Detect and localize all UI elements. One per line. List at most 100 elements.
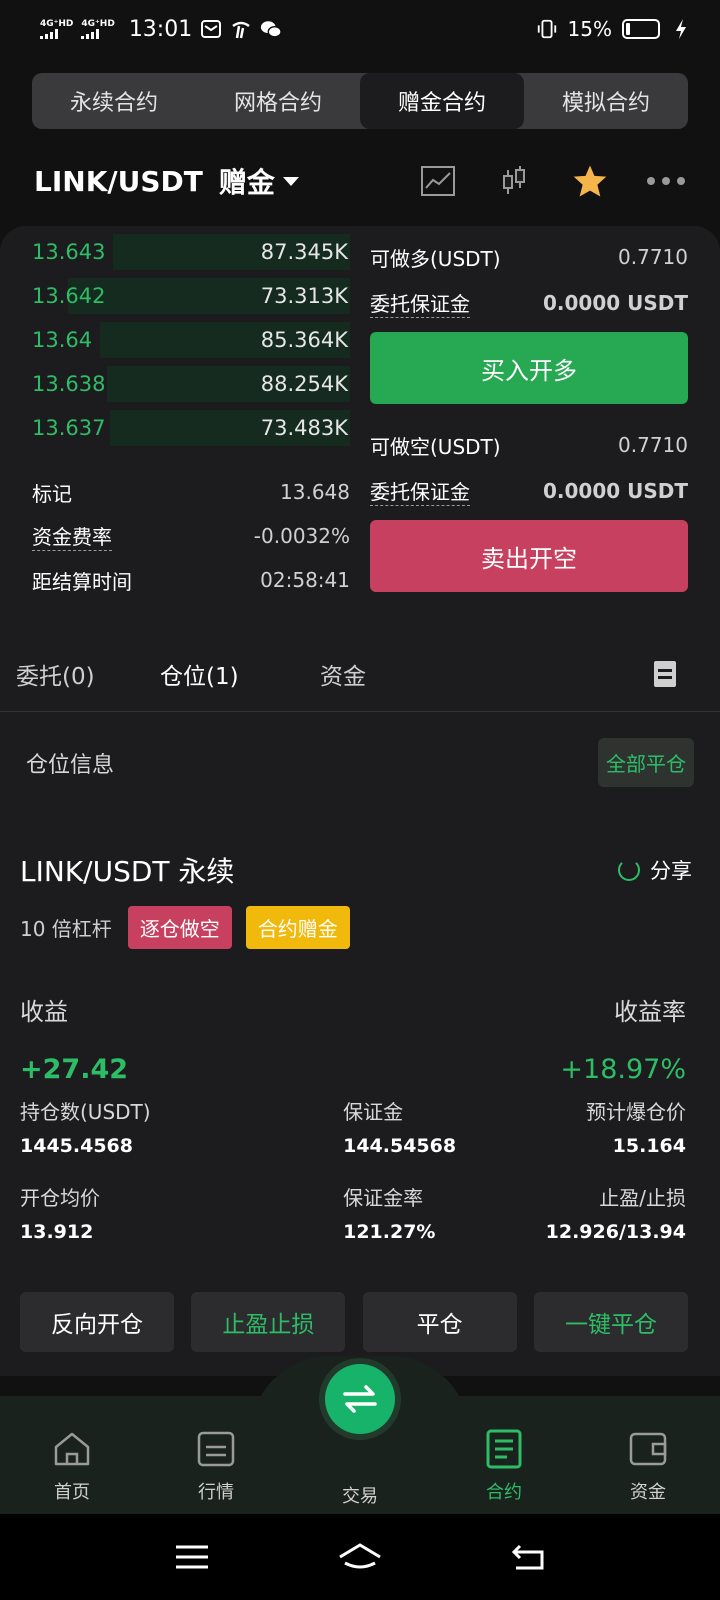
position-tabs: 委托(0) 仓位(1) 资金 <box>0 636 720 712</box>
orderbook-row[interactable]: 13.638 88.254K <box>30 362 350 406</box>
charging-icon <box>670 18 692 40</box>
nav-home-label: 首页 <box>54 1482 90 1503</box>
margin-value: 144.54568 <box>343 1135 457 1157</box>
message-icon <box>200 18 222 40</box>
orderbook-qty: 73.313K <box>260 284 348 308</box>
signal-bars-icon-2 <box>81 29 114 39</box>
nav-trade-label[interactable]: 交易 <box>310 1482 410 1508</box>
orderbook-row[interactable]: 13.64 85.364K <box>30 318 350 362</box>
tab-grid[interactable]: 网格合约 <box>196 73 360 129</box>
short-margin-label[interactable]: 委托保证金 <box>370 476 470 506</box>
liquidation-price-value: 15.164 <box>612 1135 686 1157</box>
funding-rate-label[interactable]: 资金费率 <box>32 521 112 551</box>
position-actions: 反向开仓 止盈止损 平仓 一键平仓 <box>20 1292 688 1352</box>
funding-rate-row[interactable]: 资金费率 -0.0032% <box>32 514 350 558</box>
back-icon[interactable] <box>510 1542 546 1572</box>
settlement-time-row: 距结算时间 02:58:41 <box>32 558 350 602</box>
more-icon[interactable] <box>646 161 686 201</box>
orderbook-row[interactable]: 13.643 87.345K <box>30 230 350 274</box>
main-panel: 13.643 87.345K 13.642 73.313K 13.64 85.364K 13… <box>0 226 720 1376</box>
swap-icon <box>343 1385 377 1413</box>
pnl-rate-label: 收益率 <box>614 998 686 1026</box>
system-nav <box>0 1514 720 1600</box>
network-label-2: 4G⁺HD <box>81 19 115 29</box>
one-click-close-button[interactable]: 一键平仓 <box>533 1292 688 1352</box>
bonus-badge: 合约赠金 <box>245 906 350 949</box>
clock: 13:01 <box>128 16 193 42</box>
position-stats-row-2: 开仓均价 13.912 保证金率 121.27% 止盈/止损 12.926/13… <box>20 1182 686 1243</box>
orderbook-qty: 87.345K <box>260 240 348 264</box>
long-margin-row: 委托保证金 0.0000 USDT <box>370 280 688 326</box>
tp-sl: 止盈/止损 12.926/13.94 <box>466 1182 686 1243</box>
entry-price-label: 开仓均价 <box>20 1186 100 1210</box>
liquidation-price: 预计爆仓价 15.164 <box>466 1096 686 1157</box>
buy-long-button[interactable]: 买入开多 <box>370 332 688 404</box>
nav-market-label: 行情 <box>198 1482 234 1503</box>
margin-rate-value: 121.27% <box>343 1221 436 1243</box>
reverse-open-button[interactable]: 反向开仓 <box>20 1292 174 1352</box>
candlestick-icon[interactable] <box>494 161 534 201</box>
pnl-label: 收益 <box>20 998 68 1026</box>
pair-mode[interactable]: 赠金 <box>219 161 275 201</box>
sell-short-button[interactable]: 卖出开空 <box>370 520 688 592</box>
line-chart-icon[interactable] <box>418 161 458 201</box>
margin-label: 保证金 <box>343 1100 404 1124</box>
liquidation-price-label: 预计爆仓价 <box>585 1100 686 1124</box>
orderbook-row[interactable]: 13.637 73.483K <box>30 406 350 450</box>
nav-contract[interactable]: 合约 <box>454 1428 554 1504</box>
long-margin-value: 0.0000 USDT <box>542 291 688 315</box>
tab-perpetual[interactable]: 永续合约 <box>32 73 196 129</box>
tab-positions[interactable]: 仓位(1) <box>160 657 239 691</box>
position-size: 持仓数(USDT) 1445.4568 <box>20 1096 240 1157</box>
settlement-time-label: 距结算时间 <box>32 569 132 594</box>
isolated-short-badge: 逐仓做空 <box>127 906 232 949</box>
orderbook-price: 13.637 <box>32 416 106 440</box>
network-indicator-1: 4G⁺HD <box>40 19 73 39</box>
margin-rate-label: 保证金率 <box>343 1186 424 1210</box>
mark-price-value: 13.648 <box>280 480 350 504</box>
position-size-label: 持仓数(USDT) <box>20 1100 151 1124</box>
close-all-button[interactable]: 全部平仓 <box>598 738 694 787</box>
favorite-star-icon[interactable] <box>570 161 610 201</box>
tab-funds[interactable]: 资金 <box>320 657 366 691</box>
pnl-rate-value: +18.97% <box>560 1054 686 1085</box>
pair-name[interactable]: LINK/USDT <box>34 165 203 198</box>
pnl-value: +27.42 <box>20 1054 129 1085</box>
orderbook-price: 13.64 <box>32 328 93 352</box>
wallet-icon <box>629 1432 667 1466</box>
leverage-label: 10 倍杠杆 <box>20 917 112 941</box>
home-system-icon[interactable] <box>337 1541 383 1573</box>
orderbook-price: 13.638 <box>32 372 106 396</box>
status-bar: 4G⁺HD 4G⁺HD 13:01 15% <box>0 0 720 58</box>
tab-bonus[interactable]: 赠金合约 <box>360 73 524 129</box>
tab-orders[interactable]: 委托(0) <box>16 657 95 691</box>
nav-home[interactable]: 首页 <box>22 1428 122 1504</box>
position-header: 仓位信息 全部平仓 <box>26 738 694 787</box>
document-icon[interactable] <box>654 660 676 687</box>
orderbook-row[interactable]: 13.642 73.313K <box>30 274 350 318</box>
long-margin-label[interactable]: 委托保证金 <box>370 288 470 318</box>
order-book: 13.643 87.345K 13.642 73.313K 13.64 85.364K 13… <box>30 230 350 450</box>
orderbook-qty: 73.483K <box>260 416 348 440</box>
short-available-label: 可做空(USDT) <box>370 434 501 459</box>
margin-rate: 保证金率 121.27% <box>243 1182 463 1243</box>
share-button[interactable]: 分享 <box>618 855 692 885</box>
nav-market[interactable]: 行情 <box>166 1428 266 1504</box>
tab-simulated[interactable]: 模拟合约 <box>524 73 688 129</box>
mark-price-label: 标记 <box>32 481 72 506</box>
nav-wallet-label: 资金 <box>630 1482 666 1503</box>
tp-sl-button[interactable]: 止盈止损 <box>191 1292 346 1352</box>
chevron-down-icon[interactable] <box>282 176 299 186</box>
trade-button[interactable] <box>325 1364 395 1434</box>
short-available-value: 0.7710 <box>618 433 688 457</box>
wechat-icon <box>260 18 282 40</box>
network-label-1: 4G⁺HD <box>40 19 74 29</box>
nav-wallet[interactable]: 资金 <box>598 1428 698 1504</box>
short-margin-row: 委托保证金 0.0000 USDT <box>370 468 688 514</box>
tp-sl-label: 止盈/止损 <box>599 1186 686 1210</box>
close-position-button[interactable]: 平仓 <box>362 1292 517 1352</box>
tp-sl-value: 12.926/13.94 <box>545 1221 686 1243</box>
trade-form: 可做多(USDT) 0.7710 委托保证金 0.0000 USDT 买入开多 … <box>370 234 688 610</box>
orderbook-qty: 85.364K <box>260 328 348 352</box>
menu-icon[interactable] <box>174 1544 210 1570</box>
